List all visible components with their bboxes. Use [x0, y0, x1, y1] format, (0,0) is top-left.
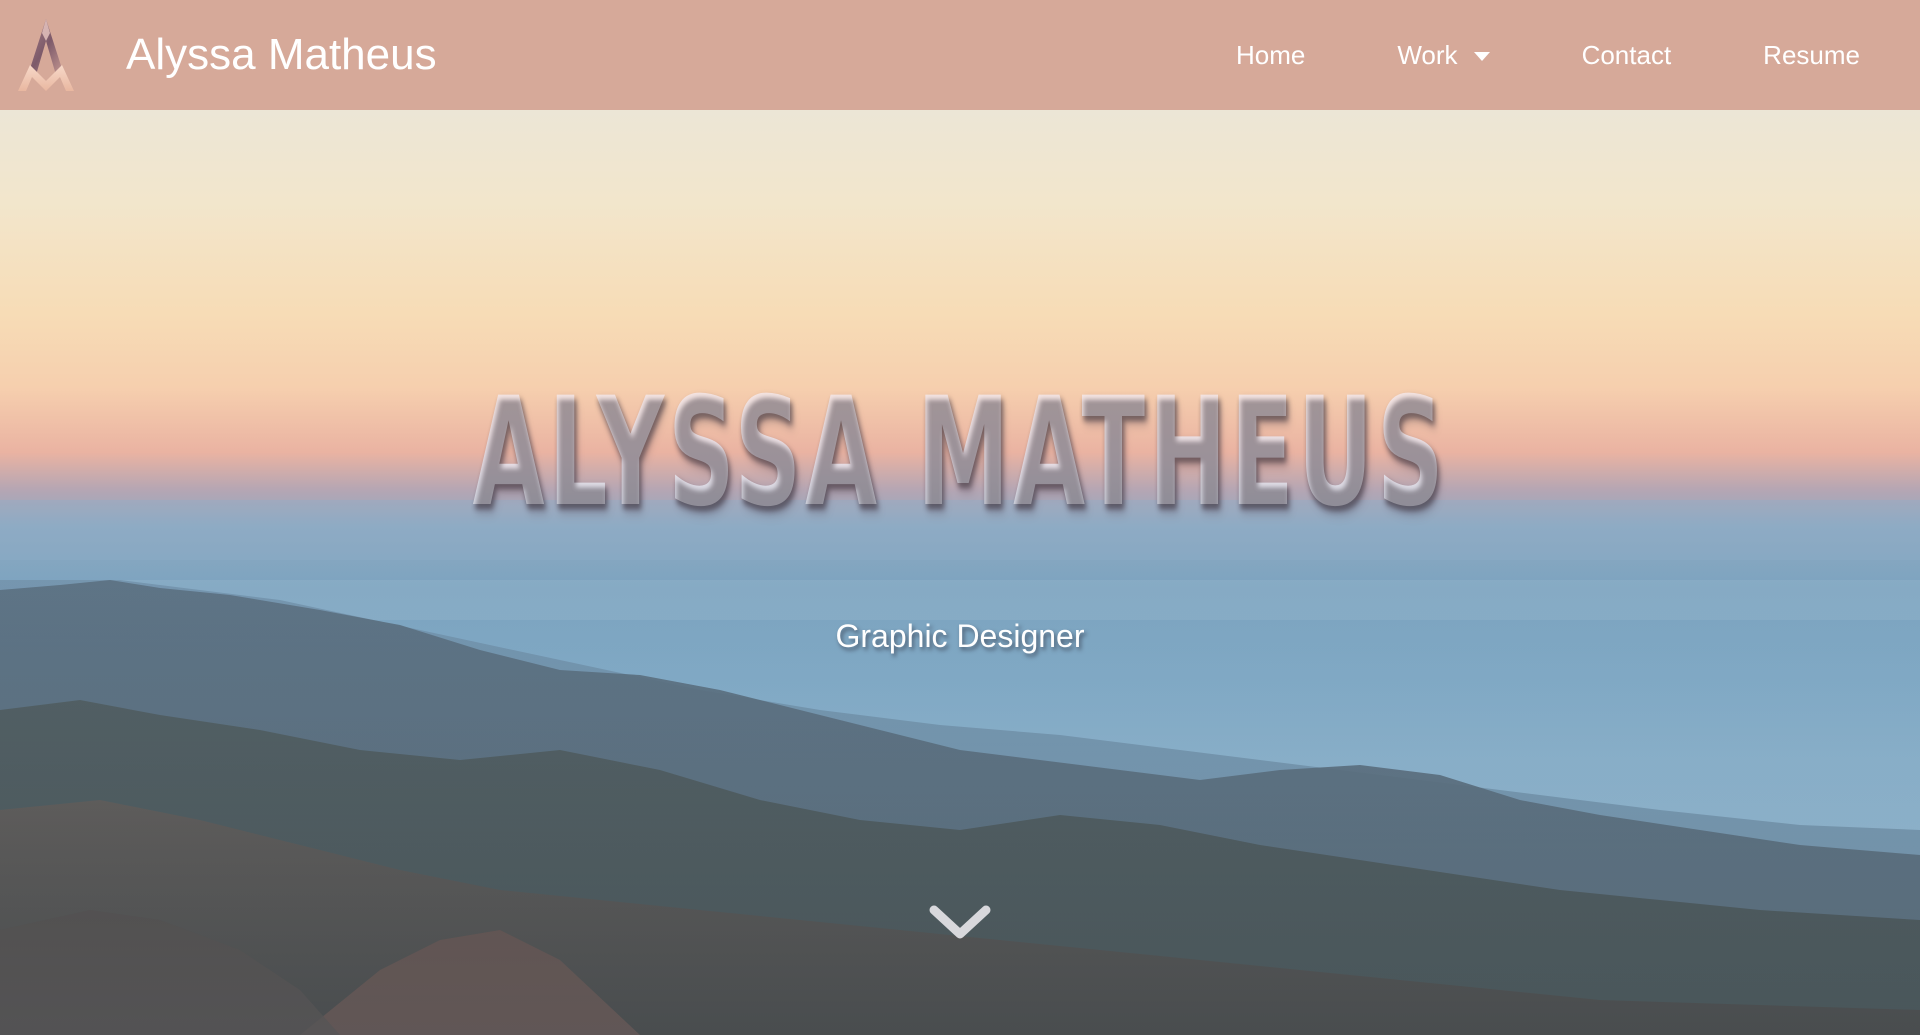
brand-name: Alyssa Matheus	[126, 30, 437, 79]
hero-section: ALYSSA MATHEUS Graphic Designer	[0, 110, 1920, 1035]
nav-link-work-label: Work	[1397, 39, 1458, 70]
nav-link-resume-label: Resume	[1763, 39, 1860, 70]
nav-link-contact[interactable]: Contact	[1536, 40, 1718, 71]
brand-link[interactable]: Alyssa Matheus	[0, 0, 437, 110]
nav-links: Home Work Contact Resume	[1190, 40, 1860, 71]
hero-title: ALYSSA MATHEUS	[365, 378, 1555, 528]
navbar: Alyssa Matheus Home Work Contact Resume	[0, 0, 1920, 110]
caret-down-icon	[1473, 51, 1490, 61]
chevron-down-icon[interactable]	[924, 896, 996, 948]
nav-link-home-label: Home	[1236, 39, 1306, 70]
nav-link-work-dropdown[interactable]: Work	[1351, 40, 1535, 71]
nav-link-contact-label: Contact	[1581, 39, 1672, 70]
hero-subtitle: Graphic Designer	[835, 618, 1085, 654]
am-monogram-logo-icon	[18, 19, 74, 91]
nav-link-resume[interactable]: Resume	[1717, 40, 1860, 71]
nav-link-home[interactable]: Home	[1190, 40, 1351, 71]
